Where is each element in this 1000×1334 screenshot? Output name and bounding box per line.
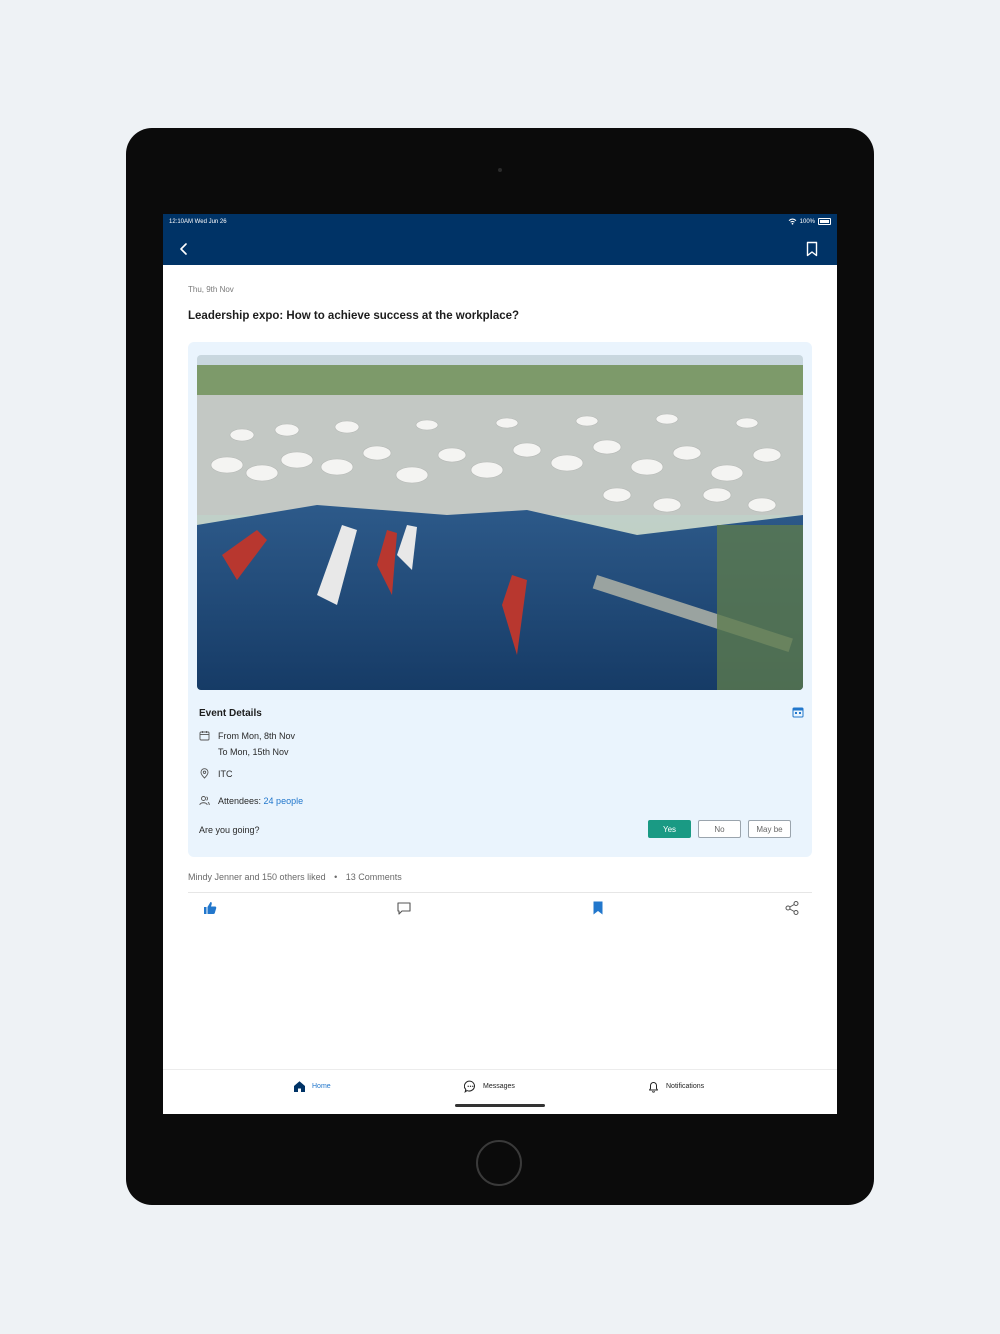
nav-home[interactable]: Home: [293, 1080, 331, 1093]
calendar-icon: [199, 731, 210, 741]
event-details-heading: Event Details: [199, 708, 262, 719]
bell-icon: [649, 1082, 658, 1093]
attendees-link[interactable]: 24 people: [264, 796, 304, 806]
battery-percent: 100%: [799, 218, 815, 225]
share-icon[interactable]: [784, 900, 800, 916]
engagement-summary: Mindy Jenner and 150 others liked • 13 C…: [188, 872, 402, 882]
likes-text[interactable]: Mindy Jenner and 150 others liked: [188, 872, 326, 882]
comment-icon[interactable]: [396, 900, 412, 916]
nav-notifications[interactable]: Notifications: [647, 1080, 704, 1093]
post-title: Leadership expo: How to achieve success …: [188, 310, 520, 322]
bookmark-filled-icon[interactable]: [590, 900, 606, 916]
location-pin-icon: [200, 768, 209, 779]
post-date: Thu, 9th Nov: [188, 285, 234, 294]
add-to-calendar-icon[interactable]: [792, 706, 804, 718]
camera-dot: [498, 168, 502, 172]
status-indicators: 100%: [788, 218, 831, 225]
separator-dot: •: [334, 872, 338, 882]
wifi-icon: [788, 218, 796, 225]
app-header: 12:10AM Wed Jun 26 100%: [163, 214, 837, 265]
people-icon: [199, 796, 210, 806]
attendees-row: Attendees: 24 people: [218, 796, 303, 806]
divider: [188, 892, 812, 893]
attendees-label: Attendees:: [218, 796, 262, 806]
nav-messages-label: Messages: [483, 1083, 515, 1090]
app-screen: 12:10AM Wed Jun 26 100% Thu, 9th Nov Lea…: [163, 214, 837, 1114]
event-start-date: From Mon, 8th Nov: [218, 731, 296, 741]
rsvp-no-button[interactable]: No: [698, 820, 741, 838]
thumbs-up-icon[interactable]: [202, 900, 218, 916]
messages-icon: [464, 1080, 475, 1093]
comments-count[interactable]: 13 Comments: [346, 872, 402, 882]
back-icon[interactable]: [177, 242, 191, 256]
hardware-home-button[interactable]: [476, 1140, 522, 1186]
bookmark-icon[interactable]: [805, 241, 819, 257]
nav-messages[interactable]: Messages: [464, 1080, 515, 1093]
battery-icon: [818, 218, 831, 225]
event-card: Event Details From Mon, 8th Nov To Mon, …: [188, 342, 812, 857]
rsvp-yes-button[interactable]: Yes: [648, 820, 691, 838]
event-location: ITC: [218, 769, 233, 779]
event-photo: [197, 355, 803, 690]
home-icon: [294, 1081, 305, 1092]
bottom-navigation: Home Messages Notifications: [163, 1069, 837, 1114]
nav-notifications-label: Notifications: [666, 1083, 705, 1090]
home-indicator: [455, 1104, 545, 1107]
event-end-date: To Mon, 15th Nov: [218, 747, 289, 757]
status-time: 12:10AM Wed Jun 26: [169, 219, 227, 225]
rsvp-question: Are you going?: [199, 825, 260, 835]
rsvp-maybe-button[interactable]: May be: [748, 820, 791, 838]
nav-home-label: Home: [312, 1083, 331, 1090]
